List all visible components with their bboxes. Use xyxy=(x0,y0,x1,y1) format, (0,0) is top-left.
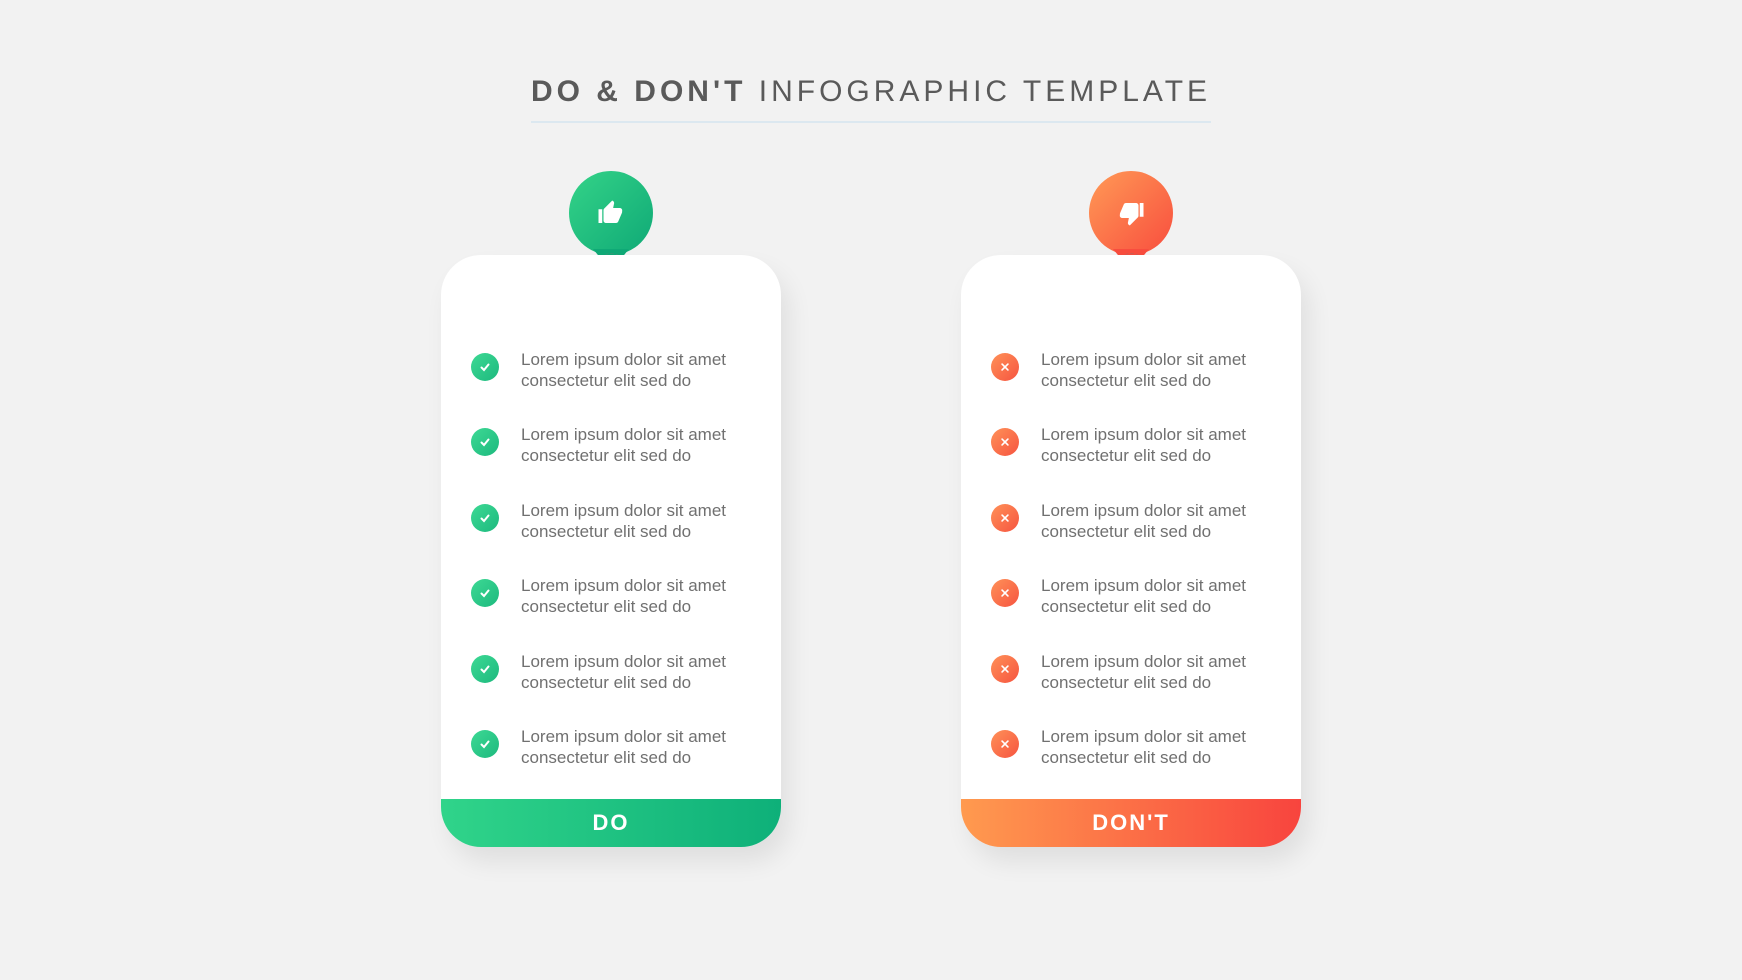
item-text: Lorem ipsum dolor sit amet consectetur e… xyxy=(521,425,751,466)
dont-items: Lorem ipsum dolor sit amet consectetur e… xyxy=(991,350,1271,799)
item-text: Lorem ipsum dolor sit amet consectetur e… xyxy=(521,652,751,693)
list-item: Lorem ipsum dolor sit amet consectetur e… xyxy=(991,350,1271,391)
list-item: Lorem ipsum dolor sit amet consectetur e… xyxy=(471,727,751,768)
list-item: Lorem ipsum dolor sit amet consectetur e… xyxy=(991,652,1271,693)
thumbs-down-icon xyxy=(1116,198,1146,228)
list-item: Lorem ipsum dolor sit amet consectetur e… xyxy=(471,576,751,617)
cards-row: Lorem ipsum dolor sit amet consectetur e… xyxy=(441,213,1301,847)
check-icon xyxy=(471,353,499,381)
list-item: Lorem ipsum dolor sit amet consectetur e… xyxy=(991,501,1271,542)
item-text: Lorem ipsum dolor sit amet consectetur e… xyxy=(1041,652,1271,693)
do-card-wrap: Lorem ipsum dolor sit amet consectetur e… xyxy=(441,213,781,847)
do-pin-circle xyxy=(569,171,653,255)
item-text: Lorem ipsum dolor sit amet consectetur e… xyxy=(521,501,751,542)
item-text: Lorem ipsum dolor sit amet consectetur e… xyxy=(521,576,751,617)
list-item: Lorem ipsum dolor sit amet consectetur e… xyxy=(991,576,1271,617)
dont-card-wrap: Lorem ipsum dolor sit amet consectetur e… xyxy=(961,213,1301,847)
do-items: Lorem ipsum dolor sit amet consectetur e… xyxy=(471,350,751,799)
check-icon xyxy=(471,428,499,456)
list-item: Lorem ipsum dolor sit amet consectetur e… xyxy=(471,350,751,391)
title-light: INFOGRAPHIC TEMPLATE xyxy=(746,75,1211,108)
do-footer-label: DO xyxy=(441,799,781,847)
do-card: Lorem ipsum dolor sit amet consectetur e… xyxy=(441,255,781,847)
header: DO & DON'T INFOGRAPHIC TEMPLATE xyxy=(531,75,1211,123)
thumbs-up-icon xyxy=(596,198,626,228)
item-text: Lorem ipsum dolor sit amet consectetur e… xyxy=(1041,501,1271,542)
x-icon xyxy=(991,353,1019,381)
list-item: Lorem ipsum dolor sit amet consectetur e… xyxy=(471,425,751,466)
title-bold: DO & DON'T xyxy=(531,75,746,108)
list-item: Lorem ipsum dolor sit amet consectetur e… xyxy=(991,727,1271,768)
item-text: Lorem ipsum dolor sit amet consectetur e… xyxy=(521,727,751,768)
check-icon xyxy=(471,504,499,532)
dont-footer-label: DON'T xyxy=(961,799,1301,847)
item-text: Lorem ipsum dolor sit amet consectetur e… xyxy=(521,350,751,391)
check-icon xyxy=(471,579,499,607)
x-icon xyxy=(991,730,1019,758)
dont-pin-circle xyxy=(1089,171,1173,255)
x-icon xyxy=(991,655,1019,683)
dont-card: Lorem ipsum dolor sit amet consectetur e… xyxy=(961,255,1301,847)
list-item: Lorem ipsum dolor sit amet consectetur e… xyxy=(991,425,1271,466)
check-icon xyxy=(471,730,499,758)
x-icon xyxy=(991,428,1019,456)
check-icon xyxy=(471,655,499,683)
item-text: Lorem ipsum dolor sit amet consectetur e… xyxy=(1041,350,1271,391)
list-item: Lorem ipsum dolor sit amet consectetur e… xyxy=(471,501,751,542)
x-icon xyxy=(991,579,1019,607)
page-title: DO & DON'T INFOGRAPHIC TEMPLATE xyxy=(531,75,1211,123)
x-icon xyxy=(991,504,1019,532)
item-text: Lorem ipsum dolor sit amet consectetur e… xyxy=(1041,425,1271,466)
list-item: Lorem ipsum dolor sit amet consectetur e… xyxy=(471,652,751,693)
item-text: Lorem ipsum dolor sit amet consectetur e… xyxy=(1041,576,1271,617)
item-text: Lorem ipsum dolor sit amet consectetur e… xyxy=(1041,727,1271,768)
